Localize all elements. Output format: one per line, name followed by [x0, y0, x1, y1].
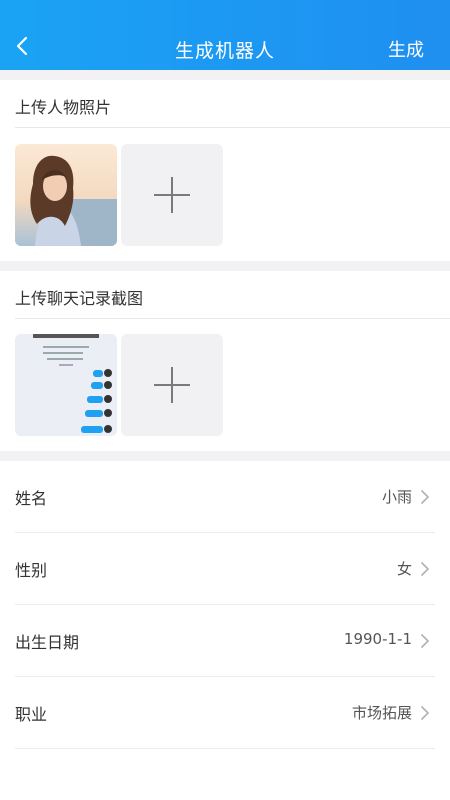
row-value: 市场拓展 [351, 704, 412, 722]
divider [15, 318, 450, 319]
portrait-image [15, 144, 117, 246]
form-row-gender[interactable]: 性别 女 [0, 533, 450, 605]
chevron-right-icon [421, 562, 429, 576]
chevron-right-icon [421, 706, 429, 720]
generate-button[interactable]: 生成 [388, 36, 424, 62]
header-bar: 生成机器人 生成 [0, 0, 450, 70]
row-value: 1990-1-1 [343, 630, 412, 648]
divider [15, 748, 435, 749]
section-gap [0, 451, 450, 461]
form-row-birthdate[interactable]: 出生日期 1990-1-1 [0, 605, 450, 677]
add-photo-button[interactable] [121, 144, 223, 246]
section-gap [0, 70, 450, 80]
chevron-right-icon [421, 634, 429, 648]
row-label: 姓名 [15, 489, 48, 508]
form-row-occupation[interactable]: 职业 市场拓展 [0, 677, 450, 749]
photo-section-title: 上传人物照片 [15, 98, 112, 117]
portrait-photo-thumbnail[interactable] [15, 144, 117, 246]
chat-section-title: 上传聊天记录截图 [15, 289, 144, 308]
page-title: 生成机器人 [174, 40, 275, 62]
row-label: 出生日期 [15, 633, 80, 652]
form-row-name[interactable]: 姓名 小雨 [0, 461, 450, 533]
chat-screenshot-thumbnail[interactable] [15, 334, 117, 436]
chat-screenshot-image [15, 334, 117, 436]
row-label: 性别 [15, 561, 48, 580]
row-value: 小雨 [381, 488, 412, 506]
add-chat-screenshot-button[interactable] [121, 334, 223, 436]
divider [15, 127, 450, 128]
chevron-right-icon [421, 490, 429, 504]
row-label: 职业 [15, 705, 48, 724]
row-value: 女 [396, 560, 412, 578]
section-gap [0, 261, 450, 271]
